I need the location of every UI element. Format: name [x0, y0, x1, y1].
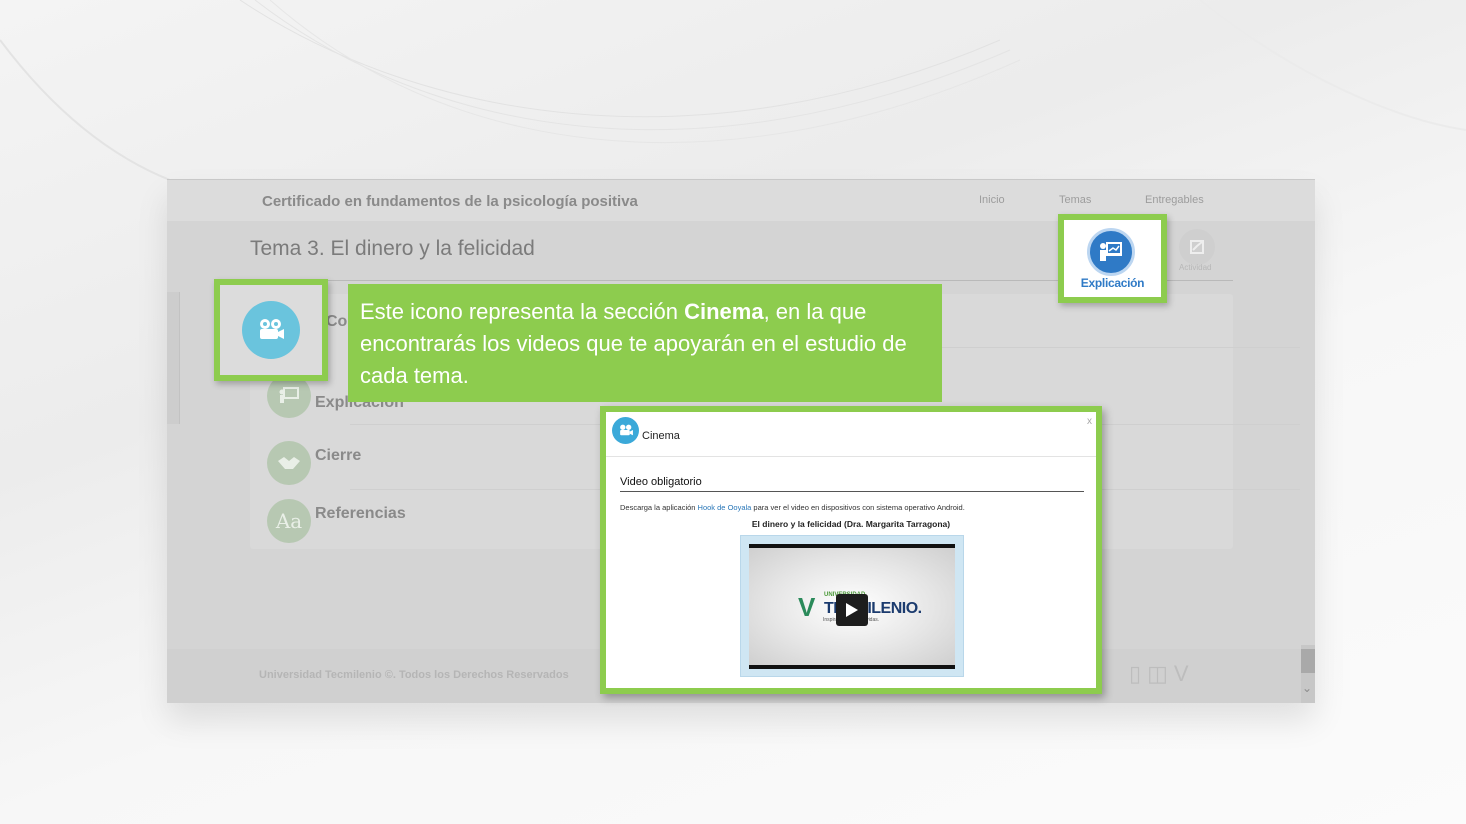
- presentation-icon: [1087, 228, 1135, 276]
- nav-temas[interactable]: Temas: [1059, 194, 1091, 206]
- chevron-down-icon[interactable]: ⌄: [1302, 681, 1312, 695]
- clipboard-icon[interactable]: ▯: [1129, 661, 1141, 687]
- book-icon[interactable]: ◫: [1147, 661, 1168, 687]
- video-title: El dinero y la felicidad (Dra. Margarita…: [751, 519, 951, 529]
- handshake-icon: [267, 441, 311, 485]
- scroll-thumb[interactable]: [1301, 649, 1315, 673]
- text-aa-icon: Aa: [267, 499, 311, 543]
- popup-title: Cinema: [642, 430, 680, 442]
- tooltip-callout: Este icono representa la sección Cinema,…: [348, 284, 942, 402]
- download-text: para ver el video en dispositivos con si…: [751, 503, 965, 512]
- tecmilenio-logo-icon: V: [1173, 661, 1189, 686]
- download-text: Descarga la aplicación: [620, 503, 698, 512]
- hook-ooyala-link[interactable]: Hook de Ooyala: [698, 503, 752, 512]
- menu-item-cierre[interactable]: Cierre: [267, 441, 361, 485]
- topic-title: Tema 3. El dinero y la felicidad: [250, 237, 535, 260]
- menu-item-referencias[interactable]: Aa Referencias: [267, 499, 406, 543]
- menu-item-label: Referencias: [315, 505, 406, 522]
- footer-icons: ▯ ◫ V: [1129, 661, 1189, 687]
- nav-inicio[interactable]: Inicio: [979, 194, 1005, 206]
- close-icon[interactable]: x: [1087, 416, 1092, 427]
- side-tab[interactable]: [167, 292, 180, 424]
- actividad-label: Actividad: [1179, 263, 1212, 272]
- play-icon: [846, 603, 858, 617]
- cinema-popup: Cinema x Video obligatorio Descarga la a…: [600, 406, 1102, 694]
- course-title: Certificado en fundamentos de la psicolo…: [262, 193, 638, 210]
- divider: [620, 491, 1084, 492]
- callout-text: Este icono representa la sección: [360, 299, 685, 324]
- explicacion-highlight[interactable]: Explicación: [1058, 214, 1167, 303]
- menu-item-label: Cierre: [315, 447, 362, 464]
- tecmilenio-logo-icon: V: [798, 592, 816, 622]
- callout-bold: Cinema: [684, 299, 764, 324]
- footer-copyright: Universidad Tecmilenio ©. Todos los Dere…: [259, 669, 569, 681]
- section-title: Video obligatorio: [620, 476, 702, 488]
- cinema-icon: [612, 417, 639, 444]
- popup-header: Cinema x: [606, 412, 1096, 457]
- play-button[interactable]: [836, 594, 868, 626]
- scrollbar[interactable]: ⌄: [1301, 645, 1315, 703]
- cinema-highlight[interactable]: [214, 279, 328, 381]
- cinema-icon: [242, 301, 300, 359]
- download-instructions: Descarga la aplicación Hook de Ooyala pa…: [620, 503, 965, 512]
- explicacion-label: Explicación: [1080, 276, 1145, 290]
- nav-entregables[interactable]: Entregables: [1145, 194, 1204, 206]
- video-player[interactable]: V UNIVERSIDAD TECMILENIO. Inspira, trans…: [740, 535, 964, 677]
- actividad-icon[interactable]: [1179, 229, 1215, 265]
- video-thumbnail[interactable]: V UNIVERSIDAD TECMILENIO. Inspira, trans…: [749, 544, 955, 669]
